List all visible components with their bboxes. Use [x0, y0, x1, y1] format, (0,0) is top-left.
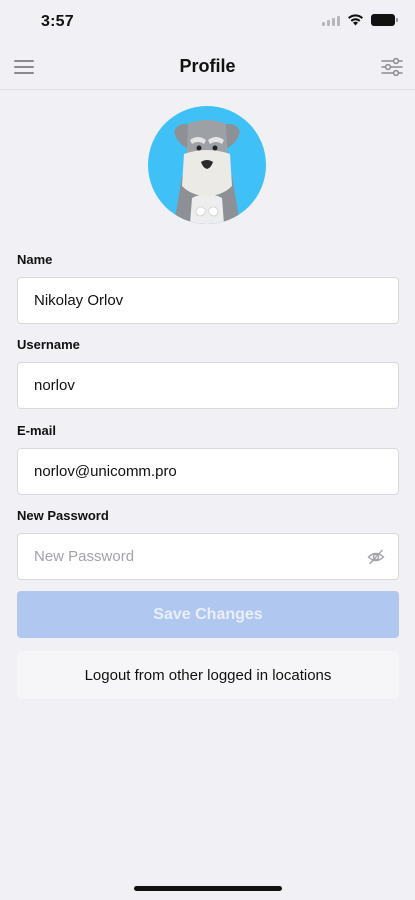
name-label: Name: [17, 252, 53, 267]
name-field[interactable]: [17, 277, 399, 324]
eye-slash-icon[interactable]: [367, 548, 385, 566]
status-bar: 3:57: [0, 0, 415, 44]
cellular-signal-icon: [322, 15, 340, 26]
new-password-label: New Password: [17, 508, 109, 523]
nav-bar: Profile: [0, 44, 415, 90]
battery-icon: [371, 14, 398, 26]
avatar[interactable]: [148, 106, 266, 224]
logout-other-locations-button[interactable]: Logout from other logged in locations: [17, 651, 399, 699]
page-title: Profile: [179, 56, 236, 76]
username-label: Username: [17, 337, 80, 352]
new-password-field[interactable]: [17, 533, 399, 580]
status-icons: [322, 14, 398, 26]
email-label: E-mail: [17, 423, 57, 438]
save-changes-button[interactable]: Save Changes: [17, 591, 399, 638]
home-indicator[interactable]: [134, 886, 282, 891]
wifi-icon: [348, 14, 363, 26]
schnauzer-dog-avatar-icon: [174, 120, 240, 224]
username-field[interactable]: [17, 362, 399, 409]
email-field[interactable]: [17, 448, 399, 495]
sliders-icon[interactable]: [381, 56, 403, 78]
status-time: 3:57: [41, 13, 74, 30]
